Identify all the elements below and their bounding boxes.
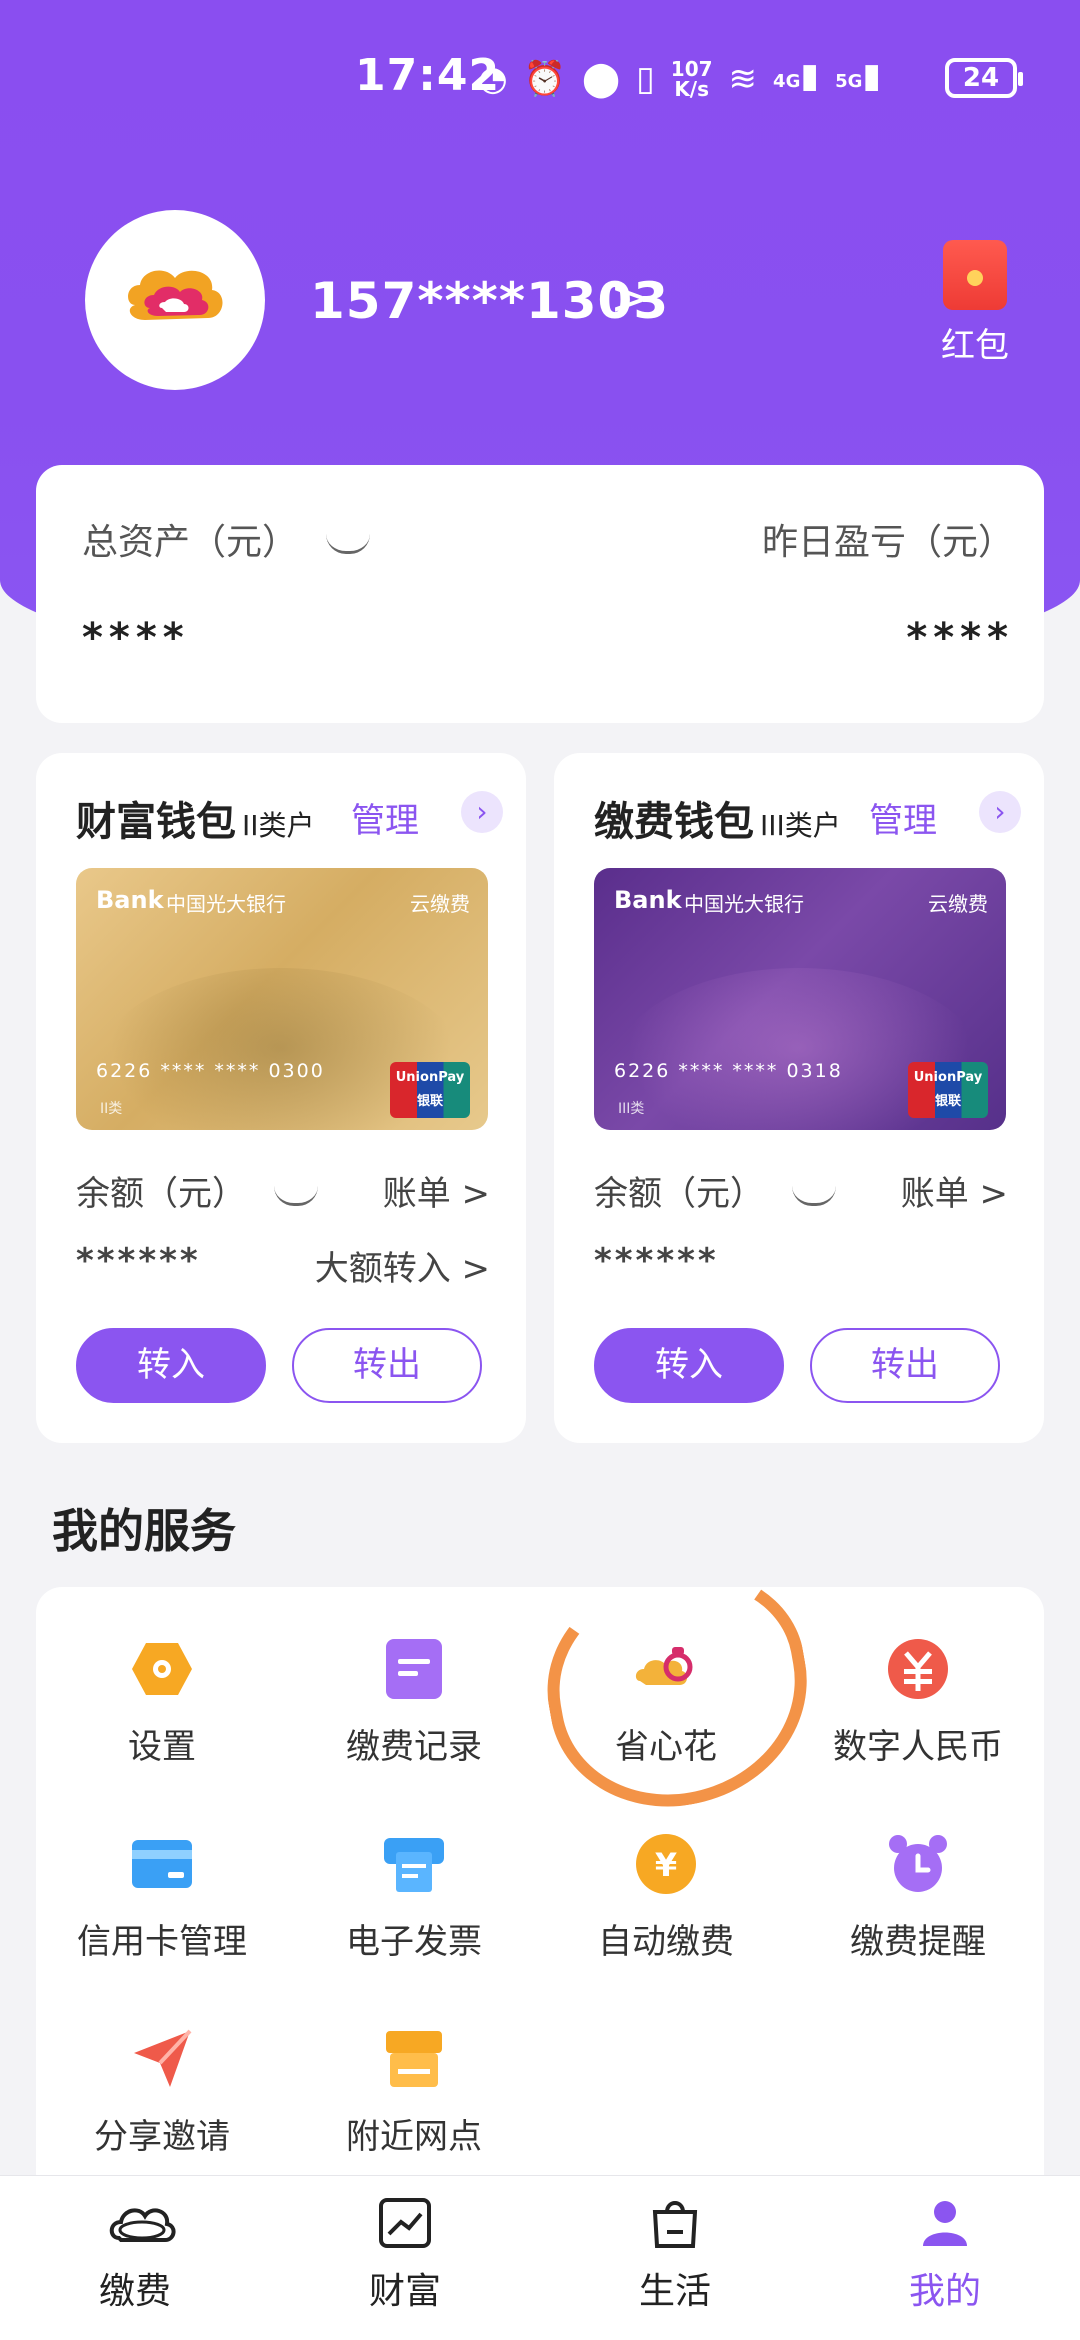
card-brand: 云缴费 [410, 892, 470, 916]
bank-card-purple[interactable]: Bank 中国光大银行 云缴费 6226 **** **** 0318 III类… [594, 868, 1006, 1130]
service-nearby-branches[interactable]: 附近网点 [288, 2027, 540, 2158]
total-assets-value: **** [82, 615, 190, 661]
wallet-title: 缴费钱包 III类户 [594, 799, 841, 845]
status-bar: 17:42 ◔ ⏰ ⬤ ▯ 107 K/s ≋ 4G▮ 5G▮ 24 [0, 50, 1080, 110]
invoice-icon [382, 1832, 446, 1896]
person-icon [917, 2198, 973, 2248]
service-settings[interactable]: 设置 [36, 1637, 288, 1768]
wifi-icon: ≋ [728, 59, 758, 99]
service-credit-card[interactable]: 信用卡管理 [36, 1832, 288, 1963]
eye-closed-icon[interactable] [326, 534, 371, 554]
balance-label: 余额（元） [76, 1166, 318, 1215]
svg-text:¥: ¥ [655, 1846, 677, 1884]
cloud-icon [107, 2198, 176, 2248]
chevron-right-icon[interactable]: › [979, 791, 1021, 833]
vibrate-icon: ▯ [636, 59, 655, 99]
services-title: 我的服务 [52, 1504, 236, 1558]
bank-logo: Bank [96, 886, 164, 914]
auto-pay-icon: ¥ [634, 1832, 698, 1896]
bill-link[interactable]: 账单 > [383, 1166, 490, 1215]
unionpay-logo: UnionPay 银联 [390, 1062, 470, 1118]
balance-label: 余额（元） [594, 1166, 836, 1215]
red-packet-button[interactable]: 红包 [935, 240, 1015, 367]
bank-name: 中国光大银行 [684, 892, 804, 916]
net-speed: 107 K/s [670, 57, 713, 101]
avatar[interactable] [85, 210, 265, 390]
credit-card-icon [130, 1832, 194, 1896]
status-icons: ◔ ⏰ ⬤ ▯ 107 K/s ≋ 4G▮ 5G▮ [478, 56, 881, 102]
yesterday-pl-label: 昨日盈亏（元） [761, 522, 1014, 563]
signal-4g-icon: 4G▮ [773, 56, 820, 96]
large-transfer-link[interactable]: 大额转入 > [315, 1241, 490, 1290]
wealth-wallet-card: 财富钱包 II类户 管理 › Bank 中国光大银行 云缴费 6226 **** … [36, 753, 526, 1443]
payment-wallet-card: 缴费钱包 III类户 管理 › Bank 中国光大银行 云缴费 6226 ****… [554, 753, 1044, 1443]
bank-card-gold[interactable]: Bank 中国光大银行 云缴费 6226 **** **** 0300 II类 … [76, 868, 488, 1130]
balance-value: ****** [594, 1241, 719, 1281]
record-icon [382, 1637, 446, 1701]
bank-logo: Bank [614, 886, 682, 914]
digital-rmb-icon [886, 1637, 950, 1701]
alarm-off-icon: ⏰ [523, 59, 567, 99]
tab-life[interactable]: 生活 [540, 2198, 810, 2314]
card-class: II类 [100, 1101, 123, 1117]
service-payment-reminder[interactable]: 缴费提醒 [792, 1832, 1044, 1963]
gear-hexagon-icon [130, 1637, 194, 1701]
speedometer-icon: ◔ [478, 59, 508, 99]
transfer-out-button[interactable]: 转出 [810, 1328, 1000, 1403]
tab-wealth[interactable]: 财富 [270, 2198, 540, 2314]
chart-icon [377, 2198, 433, 2248]
share-arrow-icon [130, 2027, 194, 2091]
service-share-invite[interactable]: 分享邀请 [36, 2027, 288, 2158]
wallet-title: 财富钱包 II类户 [76, 799, 315, 845]
store-icon [382, 2027, 446, 2091]
assets-card: 总资产（元） 昨日盈亏（元） **** **** [36, 465, 1044, 723]
card-number: 6226 **** **** 0300 [96, 1060, 325, 1082]
location-icon: ⬤ [582, 59, 621, 99]
tab-pay[interactable]: 缴费 [0, 2198, 270, 2314]
unionpay-logo: UnionPay 银联 [908, 1062, 988, 1118]
red-packet-label: 红包 [941, 326, 1009, 366]
battery-icon: 24 [945, 58, 1023, 98]
transfer-in-button[interactable]: 转入 [76, 1328, 266, 1403]
manage-link[interactable]: 管理 [351, 793, 419, 842]
transfer-in-button[interactable]: 转入 [594, 1328, 784, 1403]
tab-mine[interactable]: 我的 [810, 2198, 1080, 2314]
service-digital-rmb[interactable]: 数字人民币 [792, 1637, 1044, 1768]
eye-closed-icon[interactable] [274, 1186, 318, 1206]
service-e-invoice[interactable]: 电子发票 [288, 1832, 540, 1963]
card-brand: 云缴费 [928, 892, 988, 916]
transfer-out-button[interactable]: 转出 [292, 1328, 482, 1403]
bill-link[interactable]: 账单 > [901, 1166, 1008, 1215]
service-auto-pay[interactable]: ¥ 自动缴费 [540, 1832, 792, 1963]
alarm-clock-icon [886, 1832, 950, 1896]
chevron-right-icon[interactable]: › [461, 791, 503, 833]
bottom-tab-bar: 缴费 财富 生活 我的 [0, 2175, 1080, 2340]
card-class: III类 [618, 1101, 645, 1117]
bank-name: 中国光大银行 [166, 892, 286, 916]
red-envelope-icon [943, 240, 1007, 310]
manage-link[interactable]: 管理 [869, 793, 937, 842]
balance-value: ****** [76, 1241, 201, 1281]
total-assets-label: 总资产（元） [82, 513, 371, 565]
shopping-bag-icon [647, 2198, 703, 2248]
yesterday-pl-value: **** [906, 615, 1014, 661]
service-payment-records[interactable]: 缴费记录 [288, 1637, 540, 1768]
services-grid: 设置 缴费记录 省心花 数字人民币 信用卡管理 电子发票 ¥ 自动缴费 缴费提醒… [36, 1587, 1044, 2187]
signal-5g-icon: 5G▮ [835, 56, 882, 96]
chevron-right-icon[interactable]: > [610, 270, 650, 326]
card-number: 6226 **** **** 0318 [614, 1060, 843, 1082]
cloud-logo-icon [128, 270, 223, 320]
eye-closed-icon[interactable] [792, 1186, 836, 1206]
